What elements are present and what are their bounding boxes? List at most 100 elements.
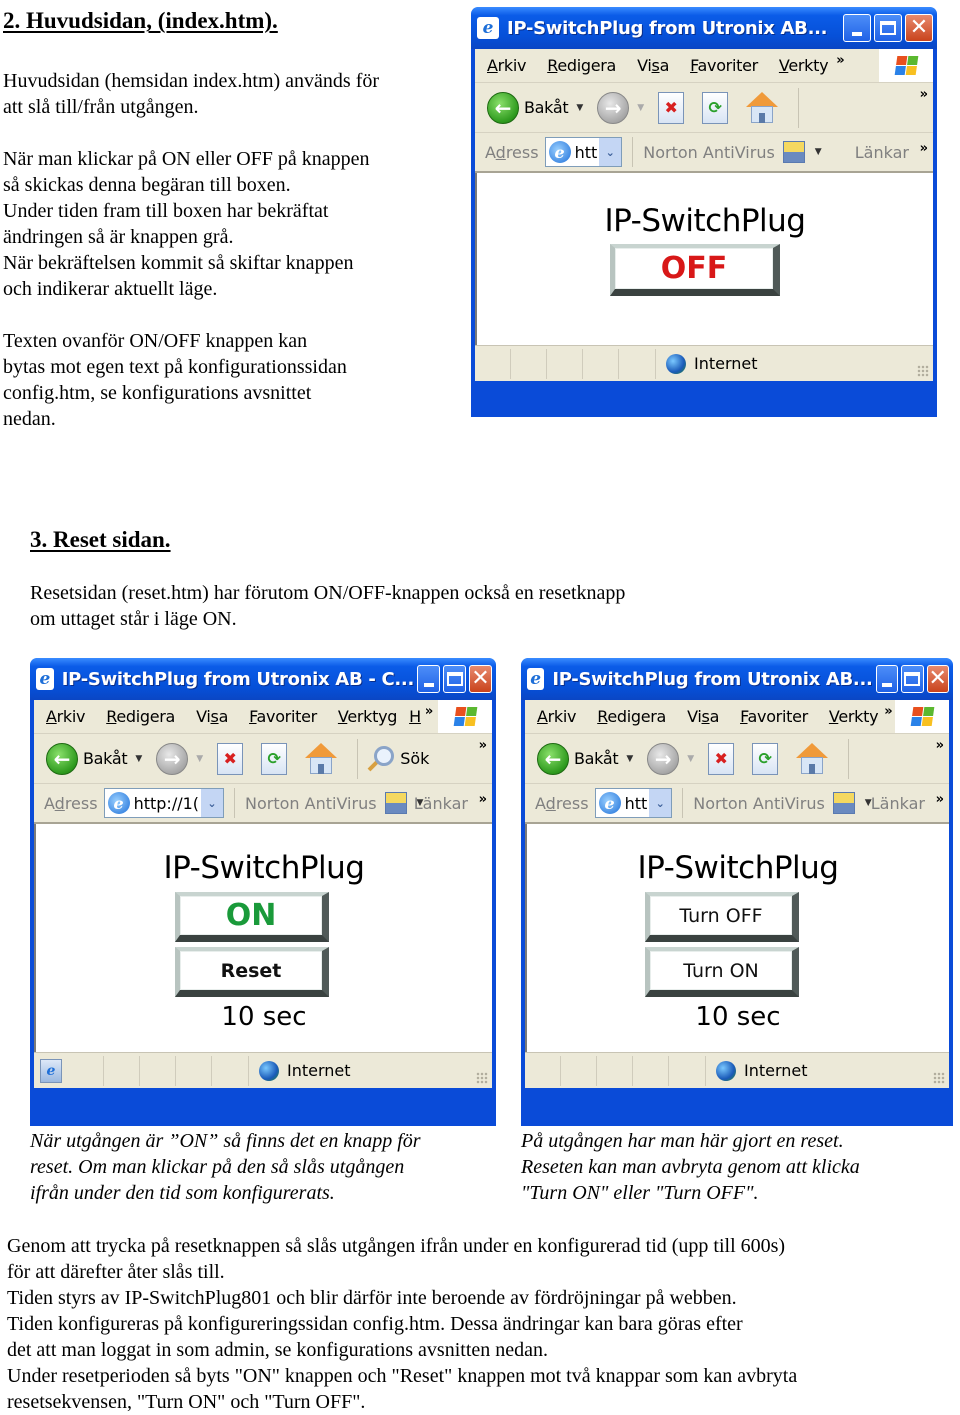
menu-arkiv[interactable]: Arkiv [537,707,577,726]
address-dropdown-icon[interactable]: ⌄ [201,789,224,817]
home-icon[interactable] [796,742,829,775]
forward-arrow-icon[interactable]: → [156,742,189,775]
address-input[interactable]: e htt ⌄ [594,788,673,818]
norton-dropdown-icon[interactable]: ▼ [815,147,822,157]
address-value: http://1( [133,793,200,813]
browser-window-reset-active: e IP-SwitchPlug from Utronix AB... ✕ Ark… [521,658,953,1126]
minimize-button[interactable] [843,14,871,42]
menu-overflow-chevron[interactable]: » [425,704,434,719]
menu-overflow-chevron[interactable]: » [836,53,845,68]
search-button-label[interactable]: Sök [400,749,429,768]
resize-grip[interactable] [917,365,929,377]
refresh-icon[interactable]: ⟳ [752,742,779,775]
close-icon: ✕ [471,666,490,691]
off-button[interactable]: OFF [610,244,780,296]
norton-antivirus-label[interactable]: Norton AntiVirus [643,143,775,162]
resize-grip[interactable] [476,1072,488,1084]
minimize-button[interactable] [417,665,440,693]
menu-arkiv[interactable]: Arkiv [46,707,86,726]
back-dropdown-icon[interactable]: ▼ [626,754,633,764]
back-arrow-icon[interactable]: ← [487,91,519,124]
toolbar-overflow-chevron[interactable]: » [479,738,488,753]
links-label[interactable]: Länkar [871,794,925,813]
maximize-button[interactable] [443,665,466,693]
stop-icon[interactable]: ✖ [217,742,244,775]
resize-grip[interactable] [933,1072,945,1084]
norton-icon[interactable] [384,792,407,814]
back-button-label[interactable]: Bakåt [83,749,128,768]
text-line: Resetsidan (reset.htm) har förutom ON/OF… [30,582,626,604]
reset-button[interactable]: Reset [175,947,329,997]
address-input[interactable]: e htt ⌄ [544,137,623,167]
back-button-label[interactable]: Bakåt [524,98,569,117]
close-button[interactable]: ✕ [926,665,949,693]
back-arrow-icon[interactable]: ← [537,742,569,775]
windows-logo [895,700,949,733]
toolbar-overflow-chevron[interactable]: » [920,87,929,102]
menu-visa[interactable]: Visa [637,56,669,75]
text-line: Tiden styrs av IP-SwitchPlug801 och blir… [7,1287,737,1309]
home-icon[interactable] [746,91,779,124]
menu-verktyg[interactable]: Verkty [779,56,829,75]
toolbar-separator [798,87,800,128]
toolbar-separator [848,738,850,779]
forward-dropdown-icon[interactable]: ▼ [637,103,644,113]
menu-favoriter[interactable]: Favoriter [740,707,808,726]
address-dropdown-icon[interactable]: ⌄ [599,138,622,166]
menu-overflow-chevron[interactable]: » [884,704,893,719]
toolbar-overflow-chevron[interactable]: » [936,738,945,753]
search-icon[interactable] [366,744,396,774]
menu-favoriter[interactable]: Favoriter [249,707,317,726]
address-input[interactable]: e http://1( ⌄ [103,788,225,818]
menu-favoriter[interactable]: Favoriter [690,56,758,75]
norton-antivirus-label[interactable]: Norton AntiVirus [693,794,825,813]
standard-toolbar: ← Bakåt ▼ → ▼ ✖ ⟳ » [475,83,933,133]
menu-redigera[interactable]: Redigera [106,707,175,726]
links-label[interactable]: Länkar [855,143,909,162]
turn-on-button[interactable]: Turn ON [645,947,799,997]
status-bar: Internet [525,1052,949,1088]
links-chevron[interactable]: » [479,792,488,807]
maximize-button[interactable] [874,14,902,42]
menu-redigera[interactable]: Redigera [547,56,616,75]
refresh-icon[interactable]: ⟳ [261,742,288,775]
window-title: IP-SwitchPlug from Utronix AB - C... [61,668,415,690]
forward-arrow-icon[interactable]: → [647,742,680,775]
norton-antivirus-label[interactable]: Norton AntiVirus [245,794,377,813]
links-label[interactable]: Länkar [414,794,468,813]
forward-arrow-icon[interactable]: → [597,91,630,124]
browser-window-index: e IP-SwitchPlug from Utronix AB... ✕ Ark… [471,7,937,417]
menu-redigera[interactable]: Redigera [597,707,666,726]
refresh-icon[interactable]: ⟳ [702,91,729,124]
menu-hjalp[interactable]: H [409,707,421,726]
browser-window-reset-on: e IP-SwitchPlug from Utronix AB - C... ✕… [30,658,496,1126]
text-line: om uttaget står i läge ON. [30,608,237,630]
back-dropdown-icon[interactable]: ▼ [135,754,142,764]
address-value: htt [624,793,648,813]
links-chevron[interactable]: » [936,792,945,807]
forward-dropdown-icon[interactable]: ▼ [687,754,694,764]
menu-visa[interactable]: Visa [687,707,719,726]
title-bar: e IP-SwitchPlug from Utronix AB... ✕ [521,658,953,700]
norton-icon[interactable] [782,141,805,163]
stop-icon[interactable]: ✖ [658,91,685,124]
minimize-button[interactable] [875,665,899,693]
back-button-label[interactable]: Bakåt [574,749,619,768]
norton-icon[interactable] [832,792,855,814]
close-button[interactable]: ✕ [469,665,492,693]
address-dropdown-icon[interactable]: ⌄ [649,789,672,817]
back-arrow-icon[interactable]: ← [46,742,78,775]
menu-arkiv[interactable]: Arkiv [487,56,527,75]
maximize-button[interactable] [901,665,924,693]
on-button[interactable]: ON [175,892,329,942]
back-dropdown-icon[interactable]: ▼ [576,103,583,113]
menu-visa[interactable]: Visa [196,707,228,726]
home-icon[interactable] [305,742,338,775]
forward-dropdown-icon[interactable]: ▼ [196,754,203,764]
turn-off-button[interactable]: Turn OFF [645,892,799,942]
menu-verktyg[interactable]: Verktyg [338,707,398,726]
menu-verktyg[interactable]: Verkty [829,707,879,726]
close-button[interactable]: ✕ [905,14,933,42]
stop-icon[interactable]: ✖ [708,742,735,775]
links-chevron[interactable]: » [920,141,929,156]
